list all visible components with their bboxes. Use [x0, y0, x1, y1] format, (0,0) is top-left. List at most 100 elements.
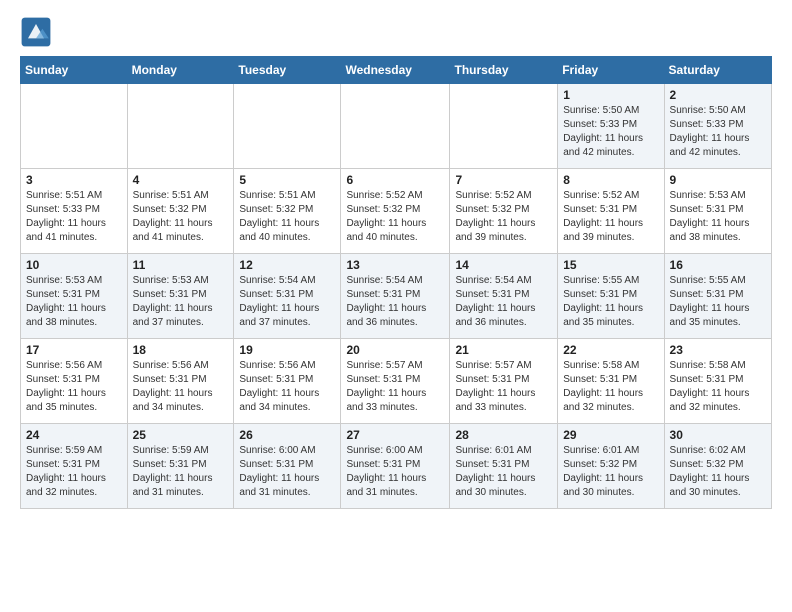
calendar-cell: 9 Sunrise: 5:53 AM Sunset: 5:31 PM Daylig… — [664, 169, 771, 254]
calendar-cell — [127, 84, 234, 169]
calendar-cell — [234, 84, 341, 169]
day-number: 16 — [670, 258, 766, 272]
day-info: Sunrise: 5:56 AM Sunset: 5:31 PM Dayligh… — [239, 359, 335, 415]
day-number: 28 — [455, 428, 552, 442]
calendar-cell: 11 Sunrise: 5:53 AM Sunset: 5:31 PM Dayli… — [127, 254, 234, 339]
day-number: 18 — [133, 343, 229, 357]
day-info: Sunrise: 5:50 AM Sunset: 5:33 PM Dayligh… — [563, 104, 658, 160]
calendar-cell: 7Sunrise: 5:52 AM Sunset: 5:32 PM Daylig… — [450, 169, 558, 254]
day-header-thursday: Thursday — [450, 57, 558, 84]
day-info: Sunrise: 6:00 AM Sunset: 5:31 PM Dayligh… — [239, 444, 335, 500]
calendar-cell: 18 Sunrise: 5:56 AM Sunset: 5:31 PM Dayli… — [127, 339, 234, 424]
calendar-week-3: 10 Sunrise: 5:53 AM Sunset: 5:31 PM Dayli… — [21, 254, 772, 339]
calendar-cell: 15 Sunrise: 5:55 AM Sunset: 5:31 PM Dayli… — [558, 254, 664, 339]
day-number: 25 — [133, 428, 229, 442]
day-info: Sunrise: 6:02 AM Sunset: 5:32 PM Dayligh… — [670, 444, 766, 500]
day-info: Sunrise: 5:53 AM Sunset: 5:31 PM Dayligh… — [670, 189, 766, 245]
day-header-sunday: Sunday — [21, 57, 128, 84]
day-number: 26 — [239, 428, 335, 442]
calendar-cell: 27 Sunrise: 6:00 AM Sunset: 5:31 PM Dayli… — [341, 424, 450, 509]
calendar-cell: 30 Sunrise: 6:02 AM Sunset: 5:32 PM Dayli… — [664, 424, 771, 509]
day-info: Sunrise: 5:53 AM Sunset: 5:31 PM Dayligh… — [26, 274, 122, 330]
calendar-cell: 4Sunrise: 5:51 AM Sunset: 5:32 PM Daylig… — [127, 169, 234, 254]
day-info: Sunrise: 5:59 AM Sunset: 5:31 PM Dayligh… — [133, 444, 229, 500]
day-number: 24 — [26, 428, 122, 442]
calendar-cell: 28 Sunrise: 6:01 AM Sunset: 5:31 PM Dayli… — [450, 424, 558, 509]
calendar-cell: 8Sunrise: 5:52 AM Sunset: 5:31 PM Daylig… — [558, 169, 664, 254]
day-number: 9 — [670, 173, 766, 187]
calendar-week-2: 3 Sunrise: 5:51 AM Sunset: 5:33 PM Daylig… — [21, 169, 772, 254]
day-number: 30 — [670, 428, 766, 442]
calendar-cell: 25 Sunrise: 5:59 AM Sunset: 5:31 PM Dayli… — [127, 424, 234, 509]
calendar-cell: 23 Sunrise: 5:58 AM Sunset: 5:31 PM Dayli… — [664, 339, 771, 424]
calendar-cell: 29 Sunrise: 6:01 AM Sunset: 5:32 PM Dayli… — [558, 424, 664, 509]
day-number: 10 — [26, 258, 122, 272]
day-info: Sunrise: 5:55 AM Sunset: 5:31 PM Dayligh… — [670, 274, 766, 330]
day-number: 15 — [563, 258, 658, 272]
calendar-cell: 24 Sunrise: 5:59 AM Sunset: 5:31 PM Dayli… — [21, 424, 128, 509]
day-number: 27 — [346, 428, 444, 442]
calendar-cell — [21, 84, 128, 169]
calendar-cell: 5 Sunrise: 5:51 AM Sunset: 5:32 PM Daylig… — [234, 169, 341, 254]
calendar-cell: 10 Sunrise: 5:53 AM Sunset: 5:31 PM Dayli… — [21, 254, 128, 339]
day-info: Sunrise: 5:55 AM Sunset: 5:31 PM Dayligh… — [563, 274, 658, 330]
day-info: Sunrise: 5:58 AM Sunset: 5:31 PM Dayligh… — [563, 359, 658, 415]
day-number: 23 — [670, 343, 766, 357]
day-number: 11 — [133, 258, 229, 272]
day-info: Sunrise: 5:54 AM Sunset: 5:31 PM Dayligh… — [455, 274, 552, 330]
day-info: Sunrise: 5:50 AM Sunset: 5:33 PM Dayligh… — [670, 104, 766, 160]
day-info: Sunrise: 5:51 AM Sunset: 5:33 PM Dayligh… — [26, 189, 122, 245]
calendar-cell: 17 Sunrise: 5:56 AM Sunset: 5:31 PM Dayli… — [21, 339, 128, 424]
calendar-week-1: 1 Sunrise: 5:50 AM Sunset: 5:33 PM Daylig… — [21, 84, 772, 169]
day-info: Sunrise: 5:53 AM Sunset: 5:31 PM Dayligh… — [133, 274, 229, 330]
calendar-cell: 20 Sunrise: 5:57 AM Sunset: 5:31 PM Dayli… — [341, 339, 450, 424]
day-info: Sunrise: 5:54 AM Sunset: 5:31 PM Dayligh… — [239, 274, 335, 330]
day-number: 2 — [670, 88, 766, 102]
day-info: Sunrise: 5:52 AM Sunset: 5:32 PM Dayligh… — [455, 189, 552, 245]
day-number: 19 — [239, 343, 335, 357]
calendar-cell: 14 Sunrise: 5:54 AM Sunset: 5:31 PM Dayli… — [450, 254, 558, 339]
calendar-cell: 12 Sunrise: 5:54 AM Sunset: 5:31 PM Dayli… — [234, 254, 341, 339]
day-info: Sunrise: 6:00 AM Sunset: 5:31 PM Dayligh… — [346, 444, 444, 500]
day-info: Sunrise: 5:51 AM Sunset: 5:32 PM Dayligh… — [239, 189, 335, 245]
day-number: 12 — [239, 258, 335, 272]
day-number: 1 — [563, 88, 658, 102]
day-info: Sunrise: 5:57 AM Sunset: 5:31 PM Dayligh… — [346, 359, 444, 415]
day-number: 17 — [26, 343, 122, 357]
day-number: 20 — [346, 343, 444, 357]
calendar-cell — [450, 84, 558, 169]
calendar-table: SundayMondayTuesdayWednesdayThursdayFrid… — [20, 56, 772, 509]
calendar-cell: 6Sunrise: 5:52 AM Sunset: 5:32 PM Daylig… — [341, 169, 450, 254]
day-number: 3 — [26, 173, 122, 187]
day-info: Sunrise: 5:56 AM Sunset: 5:31 PM Dayligh… — [133, 359, 229, 415]
header-row: SundayMondayTuesdayWednesdayThursdayFrid… — [21, 57, 772, 84]
calendar-cell: 1 Sunrise: 5:50 AM Sunset: 5:33 PM Daylig… — [558, 84, 664, 169]
day-number: 29 — [563, 428, 658, 442]
calendar-cell: 26 Sunrise: 6:00 AM Sunset: 5:31 PM Dayli… — [234, 424, 341, 509]
calendar-cell: 13 Sunrise: 5:54 AM Sunset: 5:31 PM Dayli… — [341, 254, 450, 339]
day-info: Sunrise: 5:54 AM Sunset: 5:31 PM Dayligh… — [346, 274, 444, 330]
calendar-week-4: 17 Sunrise: 5:56 AM Sunset: 5:31 PM Dayli… — [21, 339, 772, 424]
day-number: 14 — [455, 258, 552, 272]
day-number: 13 — [346, 258, 444, 272]
day-header-saturday: Saturday — [664, 57, 771, 84]
day-info: Sunrise: 5:56 AM Sunset: 5:31 PM Dayligh… — [26, 359, 122, 415]
calendar-cell: 21Sunrise: 5:57 AM Sunset: 5:31 PM Dayli… — [450, 339, 558, 424]
calendar-cell: 19 Sunrise: 5:56 AM Sunset: 5:31 PM Dayli… — [234, 339, 341, 424]
logo-icon — [20, 16, 52, 48]
calendar-cell — [341, 84, 450, 169]
page-header — [20, 16, 772, 48]
calendar-cell: 3 Sunrise: 5:51 AM Sunset: 5:33 PM Daylig… — [21, 169, 128, 254]
calendar-week-5: 24 Sunrise: 5:59 AM Sunset: 5:31 PM Dayli… — [21, 424, 772, 509]
day-header-friday: Friday — [558, 57, 664, 84]
logo — [20, 16, 56, 48]
calendar-cell: 2 Sunrise: 5:50 AM Sunset: 5:33 PM Daylig… — [664, 84, 771, 169]
day-info: Sunrise: 5:58 AM Sunset: 5:31 PM Dayligh… — [670, 359, 766, 415]
day-number: 5 — [239, 173, 335, 187]
day-number: 22 — [563, 343, 658, 357]
day-info: Sunrise: 6:01 AM Sunset: 5:31 PM Dayligh… — [455, 444, 552, 500]
day-info: Sunrise: 5:59 AM Sunset: 5:31 PM Dayligh… — [26, 444, 122, 500]
day-info: Sunrise: 5:57 AM Sunset: 5:31 PM Dayligh… — [455, 359, 552, 415]
day-info: Sunrise: 6:01 AM Sunset: 5:32 PM Dayligh… — [563, 444, 658, 500]
day-number: 8 — [563, 173, 658, 187]
